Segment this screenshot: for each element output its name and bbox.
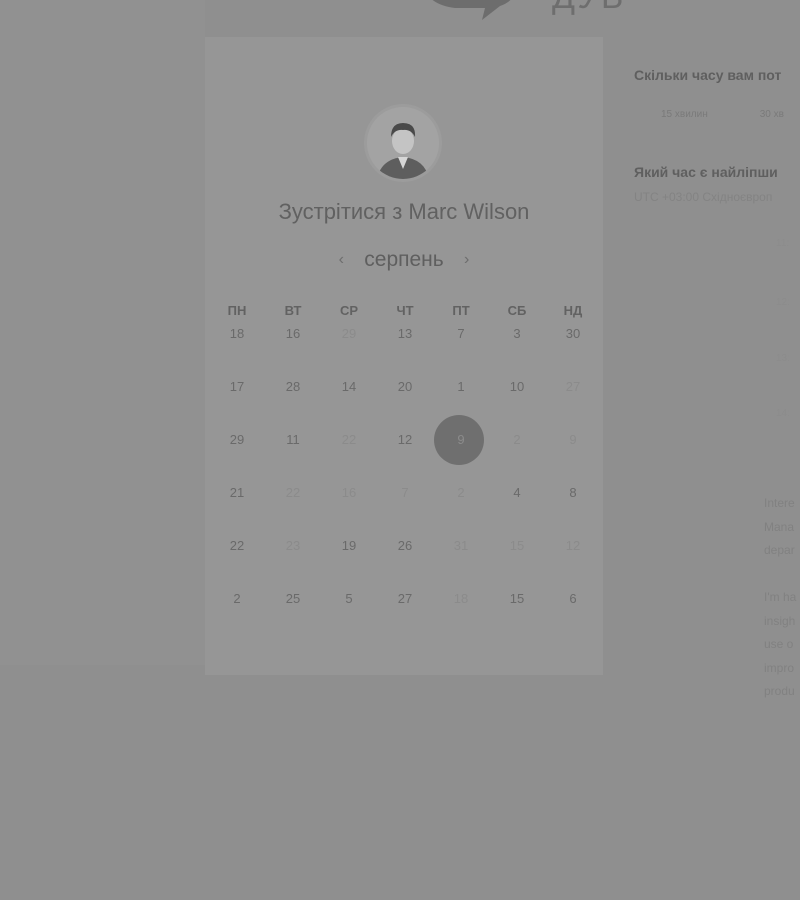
time-question: Який час є найліпши [634, 164, 778, 180]
calendar-day[interactable]: 12 [377, 429, 433, 451]
description-line: Intere [764, 496, 795, 510]
time-slot[interactable]: 13: [776, 353, 790, 364]
calendar-day: 22 [285, 485, 301, 500]
description-line: insigh [764, 613, 796, 628]
calendar-day[interactable]: 16 [265, 323, 321, 345]
calendar-day[interactable]: 28 [265, 376, 321, 398]
calendar-day[interactable]: 15 [489, 588, 545, 610]
avatar [367, 107, 439, 179]
calendar-day[interactable]: 5 [321, 588, 377, 610]
calendar-day[interactable]: 27 [377, 588, 433, 610]
calendar-day: 18 [453, 591, 469, 606]
calendar-week-row: 17 28 14 20 1 10 27 [209, 376, 601, 429]
description-line: produ [764, 684, 795, 698]
calendar-day[interactable]: 4 [489, 482, 545, 504]
calendar-day: 15 [509, 538, 525, 553]
calendar-day[interactable]: 7 [433, 323, 489, 345]
calendar-day[interactable]: 22 [209, 535, 265, 557]
description-line: I'm ha [764, 590, 797, 604]
backdrop-band [0, 0, 205, 665]
time-slot[interactable]: 12: [776, 297, 790, 308]
calendar-week-row: 18 16 29 13 7 3 30 [209, 323, 601, 376]
brand-logo-text: ДУБ [552, 0, 625, 17]
meeting-title: Зустрітися з Marc Wilson [278, 199, 530, 224]
calendar-day[interactable]: 20 [377, 376, 433, 398]
description-line [764, 563, 800, 587]
description-line: impro [764, 660, 795, 675]
weekday-label: СБ [507, 303, 527, 318]
calendar-day: 27 [565, 379, 581, 394]
calendar-day[interactable]: 10 [489, 376, 545, 398]
calendar-day[interactable]: 13 [377, 323, 433, 345]
description-line: use o [764, 637, 794, 651]
calendar-day: 23 [285, 538, 301, 553]
booking-panel: Скільки часу вам пот 15 хвилин 30 хв Яки… [634, 0, 800, 900]
calendar-day[interactable]: 1 [433, 376, 489, 398]
calendar-day[interactable]: 17 [209, 376, 265, 398]
weekday-label: СР [339, 303, 359, 318]
calendar-day: 22 [341, 432, 357, 447]
calendar-day[interactable]: 11 [265, 429, 321, 451]
calendar-day: 16 [341, 485, 357, 500]
calendar-day: 31 [453, 538, 469, 553]
duration-option-30[interactable]: 30 хв [760, 109, 784, 120]
duration-option-15[interactable]: 15 хвилин [661, 109, 708, 120]
calendar-day[interactable]: 21 [209, 482, 265, 504]
timezone-label[interactable]: UTC +03:00 Східноєвроп [634, 190, 772, 204]
duration-question: Скільки часу вам пот [634, 67, 782, 83]
calendar-day[interactable]: 26 [377, 535, 433, 557]
duration-options: 15 хвилин 30 хв [634, 109, 800, 120]
calendar-day[interactable]: 2 [209, 588, 265, 610]
calendar-day[interactable]: 3 [489, 323, 545, 345]
calendar-week-row: 21 22 16 7 2 4 8 [209, 482, 601, 535]
next-month-icon[interactable]: › [460, 251, 474, 269]
time-slot[interactable]: 14: [776, 408, 790, 419]
calendar-day: 2 [513, 432, 521, 447]
calendar-day: 29 [341, 326, 357, 341]
calendar-day: 9 [569, 432, 577, 447]
calendar-day: 12 [565, 538, 581, 553]
description-line: depar [764, 543, 795, 557]
weekday-header: ПН ВТ СР ЧТ ПТ СБ НД [209, 303, 601, 318]
meeting-description: Intere Mana depar I'm ha insigh use o impro pro… [764, 492, 800, 704]
calendar-day[interactable]: 25 [265, 588, 321, 610]
description-line: Mana [764, 519, 795, 534]
time-slot[interactable]: 11: [776, 238, 789, 249]
month-label: серпень [364, 248, 444, 271]
calendar-day[interactable]: 29 [209, 429, 265, 451]
weekday-label: ВТ [284, 303, 302, 318]
calendar-week-row: 22 23 19 26 31 15 12 [209, 535, 601, 588]
day-grid: 18 16 29 13 7 3 30 17 28 14 20 1 10 27 29 11 22 12 9 2 9 21 22… [209, 323, 601, 641]
calendar-week-row: 29 11 22 12 9 2 9 [209, 429, 601, 482]
calendar-panel: Зустрітися з Marc Wilson ‹ серпень › ПН … [205, 37, 603, 675]
calendar-day: 2 [457, 485, 465, 500]
weekday-label: ПТ [452, 303, 470, 318]
weekday-label: НД [563, 303, 583, 318]
calendar-day[interactable]: 8 [545, 482, 601, 504]
calendar-day[interactable]: 30 [545, 323, 601, 345]
prev-month-icon[interactable]: ‹ [334, 251, 348, 269]
calendar-week-row: 2 25 5 27 18 15 6 [209, 588, 601, 641]
calendar-day-selected[interactable]: 9 [433, 429, 489, 451]
calendar-day[interactable]: 18 [209, 323, 265, 345]
brand-logo-icon [410, 0, 530, 22]
calendar-day[interactable]: 14 [321, 376, 377, 398]
calendar-day[interactable]: 6 [545, 588, 601, 610]
calendar-day: 7 [401, 485, 409, 500]
weekday-label: ПН [227, 303, 247, 318]
weekday-label: ЧТ [396, 303, 414, 318]
calendar-day[interactable]: 19 [321, 535, 377, 557]
month-navigation: ‹ серпень › [205, 245, 603, 275]
